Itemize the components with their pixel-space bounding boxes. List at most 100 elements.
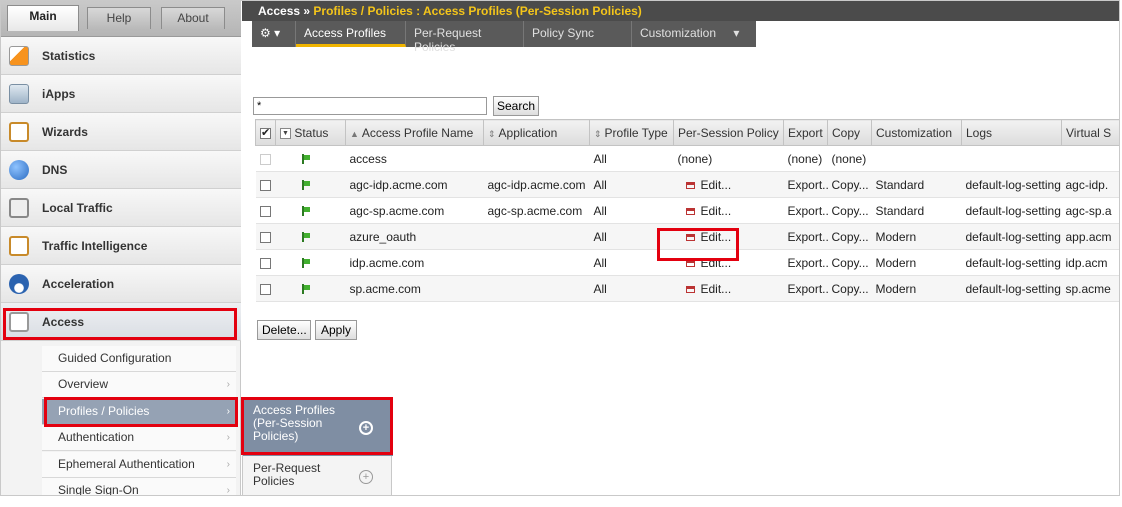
application-link[interactable]: [483, 145, 590, 172]
table-row: idp.acme.com All Edit... Export... Copy.…: [255, 249, 1119, 276]
edit-label: Edit...: [700, 281, 732, 296]
export-link[interactable]: Export...: [783, 249, 828, 276]
tab-main[interactable]: Main: [7, 5, 79, 31]
search-input[interactable]: [253, 97, 487, 115]
application-link[interactable]: [483, 249, 590, 276]
status-cell: [275, 249, 346, 276]
copy-link[interactable]: Copy...: [827, 223, 872, 250]
profile-type-header[interactable]: ⇕ Profile Type: [589, 119, 674, 146]
logs-link[interactable]: default-log-setting: [961, 249, 1062, 276]
status-cell: [275, 197, 346, 224]
nav-item-acceleration[interactable]: Acceleration: [1, 265, 241, 303]
copy-link[interactable]: Copy...: [827, 171, 872, 198]
virtual-server-link[interactable]: agc-sp.a: [1061, 197, 1119, 224]
submenu-guided-configuration[interactable]: Guided Configuration: [42, 346, 236, 372]
tab-help[interactable]: Help: [87, 7, 151, 29]
nav-item-traffic-intelligence[interactable]: Traffic Intelligence: [1, 227, 241, 265]
profile-name-link[interactable]: sp.acme.com: [345, 275, 484, 302]
iapps-icon: [9, 84, 29, 104]
application-header[interactable]: ⇕ Application: [483, 119, 590, 146]
edit-policy-icon: [685, 259, 695, 267]
profiles-flyout-menu: Access Profiles (Per-Session Policies) +…: [242, 399, 393, 495]
nav-item-label: Local Traffic: [42, 201, 113, 215]
flyout-access-profiles[interactable]: Access Profiles (Per-Session Policies) +: [243, 400, 393, 456]
row-checkbox[interactable]: [259, 257, 271, 269]
edit-policy-link[interactable]: Edit...: [673, 223, 784, 250]
chevron-down-icon[interactable]: ▼: [280, 127, 291, 139]
virtual-server-link[interactable]: idp.acm: [1061, 249, 1119, 276]
add-plus-icon[interactable]: +: [359, 470, 373, 484]
row-checkbox[interactable]: [259, 283, 271, 295]
virtual-server-link[interactable]: app.acm: [1061, 223, 1119, 250]
nav-item-local-traffic[interactable]: Local Traffic: [1, 189, 241, 227]
virtual-server-link[interactable]: [1061, 145, 1119, 172]
submenu-single-sign-on[interactable]: Single Sign-On ›: [42, 478, 236, 495]
tab-access-profiles[interactable]: Access Profiles: [296, 21, 406, 47]
row-checkbox[interactable]: [259, 205, 271, 217]
tab-policy-sync[interactable]: Policy Sync: [524, 21, 632, 47]
copy-link[interactable]: Copy...: [827, 249, 872, 276]
apply-button[interactable]: Apply: [315, 320, 357, 340]
export-link[interactable]: Export...: [783, 223, 828, 250]
profile-name-link[interactable]: azure_oauth: [345, 223, 484, 250]
submenu-overview[interactable]: Overview ›: [42, 372, 236, 398]
row-select-cell: [255, 197, 276, 224]
virtual-server-link[interactable]: sp.acme: [1061, 275, 1119, 302]
tab-customization[interactable]: Customization ▾: [632, 21, 756, 47]
access-icon: [9, 312, 29, 332]
nav-item-iapps[interactable]: iApps: [1, 75, 241, 113]
delete-button[interactable]: Delete...: [257, 320, 311, 340]
statistics-icon: [9, 46, 29, 66]
nav-item-statistics[interactable]: Statistics: [1, 37, 241, 75]
submenu-profiles-policies[interactable]: Profiles / Policies ›: [42, 399, 236, 425]
tab-per-request-policies[interactable]: Per-Request Policies: [406, 21, 524, 54]
nav-item-wizards[interactable]: Wizards: [1, 113, 241, 151]
row-checkbox[interactable]: [259, 231, 271, 243]
virtual-server-link[interactable]: agc-idp.: [1061, 171, 1119, 198]
nav-item-dns[interactable]: DNS: [1, 151, 241, 189]
breadcrumb-path: Profiles / Policies : Access Profiles (P…: [313, 4, 642, 18]
flyout-per-request-policies[interactable]: Per-Request Policies +: [243, 458, 393, 495]
logs-link[interactable]: default-log-setting: [961, 197, 1062, 224]
logs-link[interactable]: [961, 145, 1062, 172]
logs-link[interactable]: default-log-setting: [961, 275, 1062, 302]
nav-item-access[interactable]: Access: [1, 303, 241, 341]
edit-policy-link[interactable]: Edit...: [673, 197, 784, 224]
export-link[interactable]: Export...: [783, 197, 828, 224]
profile-name-link[interactable]: idp.acme.com: [345, 249, 484, 276]
export-link[interactable]: Export...: [783, 275, 828, 302]
export-link[interactable]: Export...: [783, 171, 828, 198]
submenu-ephemeral-authentication[interactable]: Ephemeral Authentication ›: [42, 452, 236, 478]
row-checkbox[interactable]: [259, 179, 271, 191]
status-flag-icon: [301, 232, 311, 243]
policy-cell: (none): [673, 145, 784, 172]
copy-link[interactable]: Copy...: [827, 197, 872, 224]
copy-link[interactable]: Copy...: [827, 275, 872, 302]
logs-link[interactable]: default-log-setting: [961, 171, 1062, 198]
profile-name-link[interactable]: agc-idp.acme.com: [345, 171, 484, 198]
profile-type-cell: All: [589, 249, 674, 276]
edit-policy-link[interactable]: Edit...: [673, 275, 784, 302]
profile-name-link[interactable]: access: [345, 145, 484, 172]
select-all-checkbox[interactable]: [260, 126, 271, 139]
breadcrumb: Access » Profiles / Policies : Access Pr…: [242, 1, 1119, 21]
name-header[interactable]: ▲ Access Profile Name: [345, 119, 484, 146]
search-button[interactable]: Search: [493, 96, 539, 116]
profile-name-link[interactable]: agc-sp.acme.com: [345, 197, 484, 224]
edit-policy-link[interactable]: Edit...: [673, 171, 784, 198]
add-plus-icon[interactable]: +: [359, 421, 373, 435]
submenu-authentication[interactable]: Authentication ›: [42, 425, 236, 451]
gear-menu-icon[interactable]: ⚙ ▾: [252, 21, 296, 47]
breadcrumb-section[interactable]: Access: [258, 4, 300, 18]
application-link[interactable]: [483, 223, 590, 250]
application-link[interactable]: agc-sp.acme.com: [483, 197, 590, 224]
select-all-header[interactable]: [255, 119, 276, 146]
tab-about[interactable]: About: [161, 7, 225, 29]
application-link[interactable]: agc-idp.acme.com: [483, 171, 590, 198]
edit-policy-icon: [685, 285, 695, 293]
edit-policy-link[interactable]: Edit...: [673, 249, 784, 276]
logs-link[interactable]: default-log-setting: [961, 223, 1062, 250]
status-header[interactable]: ▼ Status: [275, 119, 346, 146]
header-label: Per-Session Policy: [678, 125, 779, 140]
application-link[interactable]: [483, 275, 590, 302]
